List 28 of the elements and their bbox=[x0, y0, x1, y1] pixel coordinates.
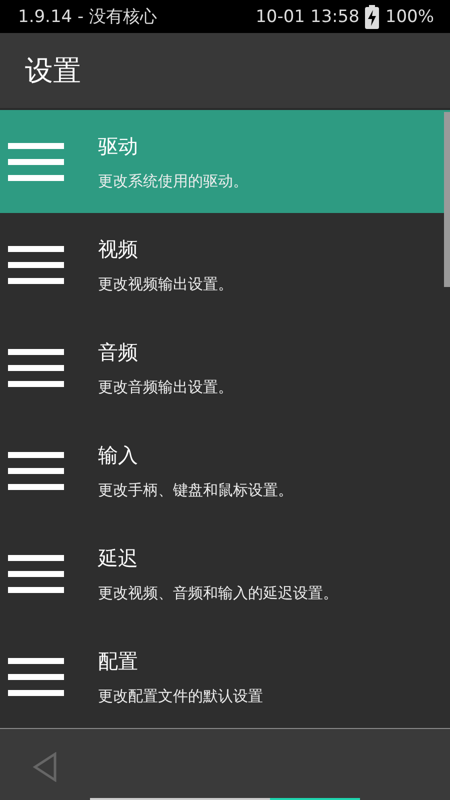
menu-icon bbox=[8, 348, 64, 386]
settings-item[interactable]: 输入 更改手柄、键盘和鼠标设置。 bbox=[0, 419, 450, 522]
settings-item[interactable]: 音频 更改音频输出设置。 bbox=[0, 316, 450, 419]
item-subtitle: 更改视频、音频和输入的延迟设置。 bbox=[98, 584, 338, 602]
screen-title: 设置 bbox=[25, 52, 81, 88]
item-title: 驱动 bbox=[98, 132, 139, 160]
menu-icon bbox=[8, 658, 64, 696]
menu-icon bbox=[8, 142, 64, 180]
menu-icon bbox=[8, 246, 64, 284]
item-subtitle: 更改系统使用的驱动。 bbox=[98, 172, 248, 190]
item-subtitle: 更改音频输出设置。 bbox=[98, 378, 233, 396]
settings-item[interactable]: 配置 更改配置文件的默认设置 bbox=[0, 625, 450, 728]
battery-icon bbox=[365, 4, 380, 28]
item-title: 视频 bbox=[98, 236, 139, 262]
status-text: 1.9.14 - 没有核心 bbox=[18, 6, 158, 28]
menu-icon bbox=[8, 554, 64, 592]
battery-level: 100% bbox=[385, 6, 434, 26]
item-subtitle: 更改视频输出设置。 bbox=[98, 274, 233, 294]
item-subtitle: 更改手柄、键盘和鼠标设置。 bbox=[98, 480, 293, 500]
item-title: 延迟 bbox=[98, 544, 139, 572]
item-title: 配置 bbox=[98, 648, 139, 674]
menu-icon bbox=[8, 452, 64, 490]
settings-item[interactable]: 延迟 更改视频、音频和输入的延迟设置。 bbox=[0, 522, 450, 625]
status-time: 10-01 13:58 bbox=[256, 6, 360, 26]
back-icon[interactable] bbox=[32, 752, 58, 782]
item-title: 输入 bbox=[98, 442, 139, 468]
item-subtitle: 更改配置文件的默认设置 bbox=[98, 686, 263, 706]
item-title: 音频 bbox=[98, 338, 139, 366]
